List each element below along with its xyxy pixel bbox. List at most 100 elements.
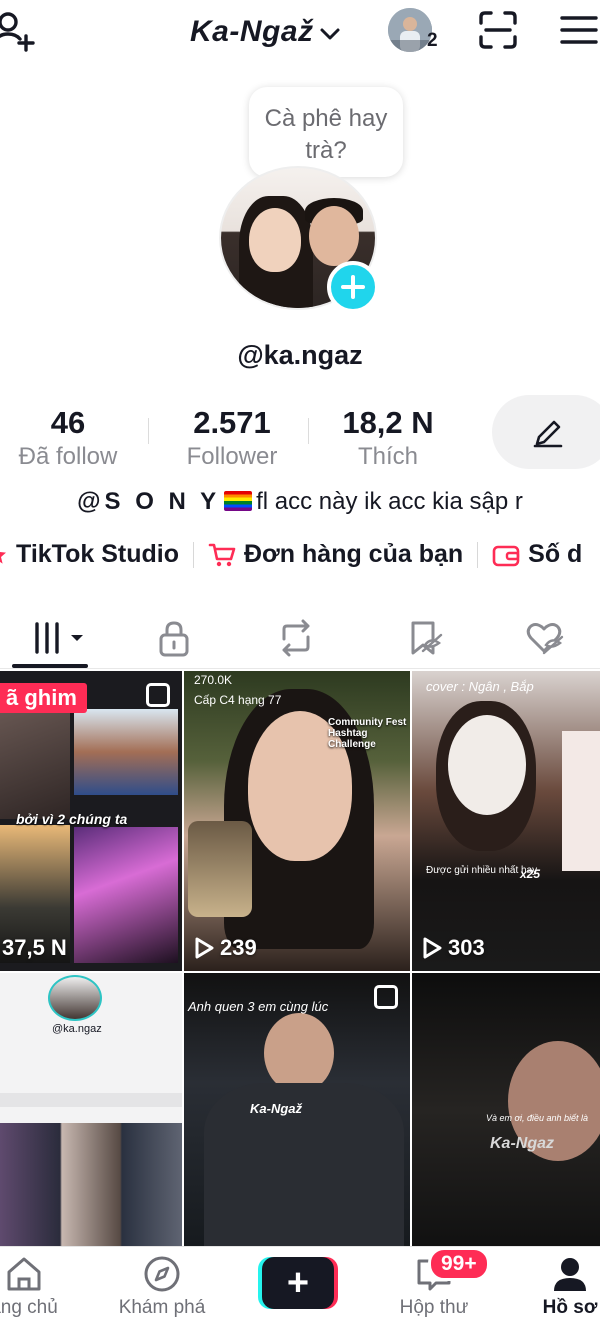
stat-following-value: 46 [50,405,86,440]
video-overlay-text: Community Fest Hashtag Challenge [328,717,407,750]
thumb-avatar [48,975,102,1021]
nav-profile-label: Hồ sơ [542,1297,598,1318]
thumb-row [0,1093,182,1107]
bio-mention[interactable]: @S O N Y [77,488,220,515]
account-switcher[interactable]: Ka-Ngaž [190,12,342,52]
tabs-divider [0,668,600,669]
compass-icon [144,1256,180,1292]
tab-reposts[interactable] [274,616,318,660]
avatar-photo-person2 [309,206,359,266]
photo-mode-icon [146,683,170,707]
video-views: 37,5 N [2,935,67,961]
lock-icon [159,621,189,657]
edit-profile-button[interactable] [492,395,600,469]
profile-username: @ka.ngaz [237,340,363,370]
video-caption: Và em ơi, điều anh biết là [486,1113,589,1123]
plus-icon: + [262,1257,334,1309]
nav-home[interactable]: ang chủ [0,1255,84,1319]
tab-private[interactable] [152,616,196,660]
note-bubble[interactable]: Cà phê hay trà? [249,87,403,177]
link-divider [477,541,479,568]
repost-icon [282,619,310,657]
nav-inbox-label: Hộp thư [399,1297,469,1318]
live-views: 270.0K [194,673,233,687]
thumb-face [448,715,526,815]
avatar-photo-person1 [249,208,301,272]
plus-icon [341,275,365,299]
pencil-icon [533,420,563,448]
video-thumbnail[interactable]: Anh quen 3 em cùng lúc Ka-Ngaž [184,973,410,1247]
video-caption: Anh quen 3 em cùng lúc [188,999,329,1014]
video-views-count: 303 [448,935,485,960]
thumb-face [264,1013,334,1093]
nav-profile[interactable]: Hồ sơ [510,1255,600,1319]
thumb-body [204,1083,404,1247]
stat-divider [308,418,309,444]
profile-links-row: TikTok Studio Đơn hàng của bạn Số d [0,540,582,569]
bio-text: fl acc này ik acc kia sập r [256,488,523,515]
rainbow-flag-icon [224,491,253,511]
chevron-down-icon [320,28,340,40]
nav-explore-label: Khám phá [118,1297,206,1318]
balance-link[interactable]: Số d [492,540,582,569]
tab-favorites[interactable] [402,616,446,660]
profile-bio: @S O N Y fl acc này ik acc kia sập r [0,488,600,516]
bookmark-icon [411,621,443,655]
stat-likes[interactable]: 18,2 N Thích [332,404,444,472]
friend-photo [388,8,432,52]
video-thumbnail[interactable]: @ka.ngaz [0,973,182,1247]
video-views-count: 37,5 N [2,935,67,960]
grid-icon [35,622,83,654]
stat-following[interactable]: 46 Đã follow [4,404,132,472]
video-watermark: Ka-Ngaž [250,1101,303,1116]
video-thumbnail[interactable]: bởi vì 2 chúng ta ã ghim 37,5 N [0,671,182,971]
top-bar: Ka-Ngaž 2 [0,0,600,68]
video-caption: cover : Ngân , Bắp [426,679,534,694]
stat-followers-label: Follower [186,443,278,470]
home-icon [7,1257,41,1291]
video-views-count: 239 [220,935,257,960]
inbox-badge: 99+ [428,1247,490,1281]
thumb-tile [0,1123,182,1247]
play-icon [195,937,214,959]
video-watermark: Ka-Ngaz [490,1135,555,1152]
tiktok-studio-label: TikTok Studio [16,540,179,568]
menu-icon[interactable] [560,14,598,46]
profile-icon [554,1258,586,1291]
nav-explore[interactable]: Khám phá [102,1255,222,1319]
thumb-person [562,731,600,871]
account-name: Ka-Ngaž [190,15,314,48]
tiktok-studio-link[interactable]: TikTok Studio [0,540,179,569]
video-thumbnail[interactable]: Và em ơi, điều anh biết là Ka-Ngaz [412,973,600,1247]
create-button[interactable]: + [258,1257,338,1309]
balance-label: Số d [528,540,583,568]
scan-icon[interactable] [478,10,518,50]
video-thumbnail[interactable]: cover : Ngân , Bắp Được gửi nhiều nhất h… [412,671,600,971]
wallet-icon [492,545,520,566]
stat-following-label: Đã follow [18,443,118,470]
orders-link[interactable]: Đơn hàng của bạn [208,540,463,569]
thumb-tile [74,827,178,963]
note-text: Cà phê hay trà? [264,105,388,164]
stat-likes-label: Thích [357,443,419,470]
video-caption: @ka.ngaz [52,1023,102,1035]
video-grid: bởi vì 2 chúng ta ã ghim 37,5 N 270.0K C… [0,671,600,1247]
profile-tabs [0,606,600,668]
video-views: 303 [422,935,485,961]
link-divider [192,541,194,568]
video-caption: Cấp C4 hạng 77 [194,693,282,707]
add-user-icon[interactable] [0,6,40,52]
video-views: 239 [194,935,257,961]
star-icon [0,551,6,564]
play-icon [423,937,442,959]
orders-label: Đơn hàng của bạn [243,540,464,568]
video-thumbnail[interactable]: 270.0K Cấp C4 hạng 77 Community Fest Has… [184,671,410,971]
friends-avatar[interactable] [388,8,432,52]
tab-videos[interactable] [22,616,92,660]
stat-followers[interactable]: 2.571 Follower [172,404,292,472]
bottom-nav: ang chủ Khám phá + Hộp thư 99+ Hồ sơ [0,1246,600,1336]
photo-mode-icon [374,985,398,1009]
stat-likes-value: 18,2 N [342,405,434,440]
tab-liked[interactable] [522,616,566,660]
add-story-button[interactable] [327,261,379,313]
